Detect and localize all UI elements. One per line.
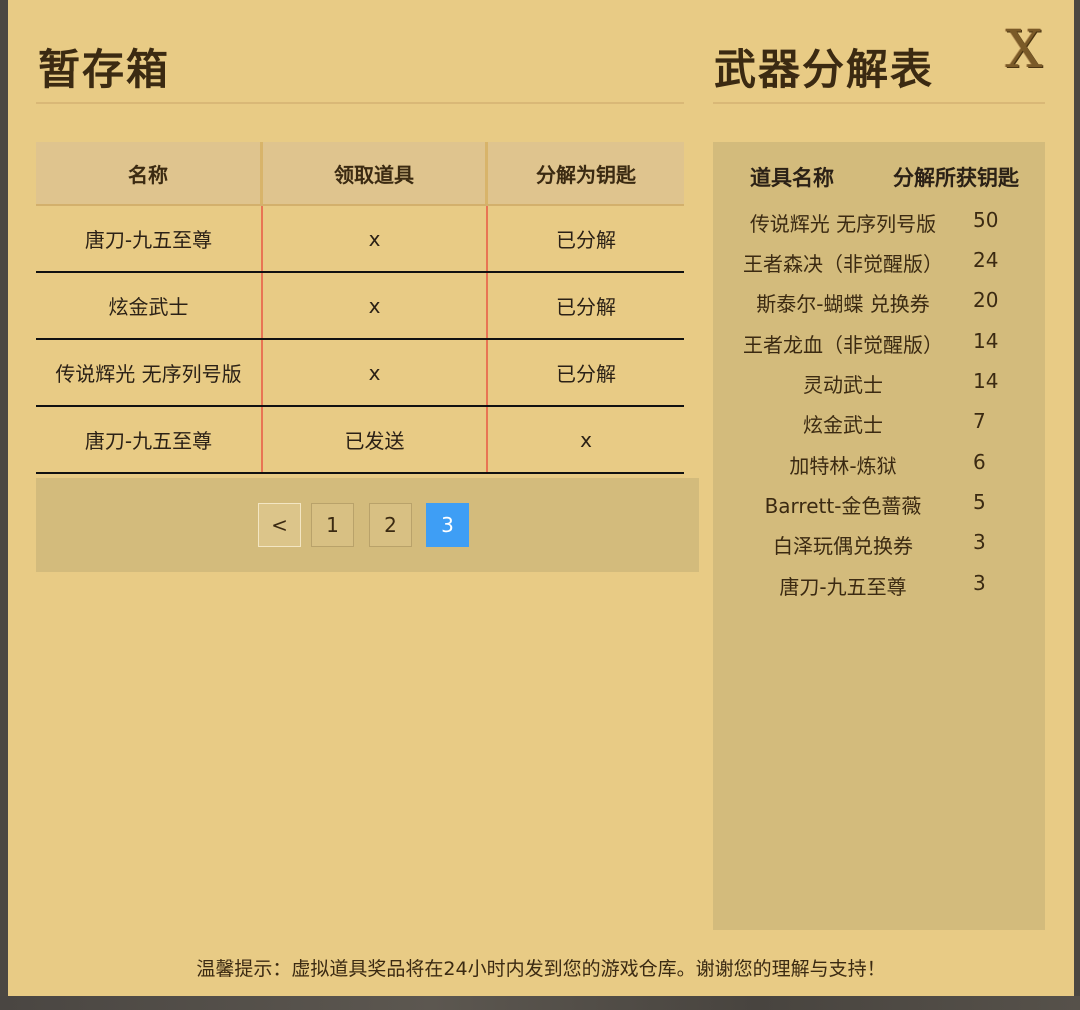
decompose-item-name: 传说辉光 无序列号版 xyxy=(749,212,937,236)
decompose-item-name: 王者龙血（非觉醒版） xyxy=(743,333,943,357)
notice-text: 温馨提示：虚拟道具奖品将在24小时内发到您的游戏仓库。谢谢您的理解与支持！ xyxy=(196,958,886,980)
header-claim: 领取道具 xyxy=(263,142,488,204)
decompose-item-name: 王者森决（非觉醒版） xyxy=(743,252,943,276)
list-item: 王者龙血（非觉醒版） 14 xyxy=(713,329,1045,369)
list-item: 斯泰尔-蝴蝶 兑换券 20 xyxy=(713,288,1045,328)
header-keys: 分解所获钥匙 xyxy=(893,166,1019,190)
right-edge xyxy=(1074,0,1080,1010)
table-row: 唐刀-九五至尊 x 已分解 xyxy=(36,206,684,273)
stash-panel: 暂存箱 武器分解表 X 名称 领取道具 分解为钥匙 唐刀-九五至尊 x 已分解 … xyxy=(8,0,1074,996)
list-item: 炫金武士 7 xyxy=(713,409,1045,449)
decompose-item-keys: 24 xyxy=(973,248,999,272)
close-icon[interactable]: X xyxy=(996,22,1052,78)
decompose-item-name: 加特林-炼狱 xyxy=(789,454,897,478)
header-decompose: 分解为钥匙 xyxy=(536,162,636,187)
prev-page-button[interactable]: < xyxy=(258,503,301,547)
page-2-button[interactable]: 2 xyxy=(369,503,412,547)
decompose-item-name: 斯泰尔-蝴蝶 兑换券 xyxy=(756,292,930,316)
list-item: 王者森决（非觉醒版） 24 xyxy=(713,248,1045,288)
list-item: Barrett-金色蔷薇 5 xyxy=(713,490,1045,530)
decompose-item-keys: 20 xyxy=(973,288,999,312)
list-item: 唐刀-九五至尊 3 xyxy=(713,571,1045,611)
decompose-header: 道具名称 分解所获钥匙 xyxy=(713,162,1045,194)
list-item: 白泽玩偶兑换券 3 xyxy=(713,530,1045,570)
decompose-item-keys: 3 xyxy=(973,571,986,595)
table-row: 炫金武士 x 已分解 xyxy=(36,273,684,340)
decompose-item-name: 唐刀-九五至尊 xyxy=(779,575,907,599)
decompose-item-keys: 5 xyxy=(973,490,986,514)
table-row: 传说辉光 无序列号版 x 已分解 xyxy=(36,340,684,407)
list-item: 传说辉光 无序列号版 50 xyxy=(713,208,1045,248)
list-item: 加特林-炼狱 6 xyxy=(713,450,1045,490)
header-name: 名称 xyxy=(36,142,263,204)
decompose-item-name: 炫金武士 xyxy=(803,413,883,437)
decompose-item-name: Barrett-金色蔷薇 xyxy=(764,494,922,518)
decompose-status[interactable]: 已分解 xyxy=(488,273,684,338)
decompose-item-keys: 7 xyxy=(973,409,986,433)
decompose-item-keys: 3 xyxy=(973,530,986,554)
stash-title-divider xyxy=(36,102,684,104)
item-name: 传说辉光 无序列号版 xyxy=(36,340,263,405)
decompose-status[interactable]: 已分解 xyxy=(488,340,684,405)
claim-status[interactable]: x xyxy=(263,206,488,271)
item-name: 唐刀-九五至尊 xyxy=(36,407,263,472)
decompose-title-divider xyxy=(713,102,1045,104)
stash-table-header: 名称 领取道具 分解为钥匙 xyxy=(36,142,684,206)
table-row: 唐刀-九五至尊 已发送 x xyxy=(36,407,684,474)
item-name: 唐刀-九五至尊 xyxy=(36,206,263,271)
stash-table: 名称 领取道具 分解为钥匙 唐刀-九五至尊 x 已分解 炫金武士 x 已分解 传… xyxy=(36,142,684,474)
decompose-item-name: 白泽玩偶兑换券 xyxy=(773,534,913,558)
stash-title: 暂存箱 xyxy=(38,45,171,94)
decompose-status[interactable]: 已分解 xyxy=(488,206,684,271)
decompose-item-keys: 6 xyxy=(973,450,986,474)
page-1-button[interactable]: 1 xyxy=(311,503,354,547)
decompose-status[interactable]: x xyxy=(488,407,684,472)
header-item-name: 道具名称 xyxy=(750,166,834,190)
list-item: 灵动武士 14 xyxy=(713,369,1045,409)
claim-status[interactable]: 已发送 xyxy=(263,407,488,472)
decompose-item-keys: 50 xyxy=(973,208,999,232)
decompose-table: 道具名称 分解所获钥匙 传说辉光 无序列号版 50 王者森决（非觉醒版） 24 … xyxy=(713,142,1045,930)
decompose-item-keys: 14 xyxy=(973,329,999,353)
decompose-item-name: 灵动武士 xyxy=(803,373,883,397)
pagination: < 1 2 3 xyxy=(36,478,699,572)
page-3-button-active[interactable]: 3 xyxy=(426,503,469,547)
item-name: 炫金武士 xyxy=(36,273,263,338)
claim-status[interactable]: x xyxy=(263,340,488,405)
background-strip xyxy=(0,996,1080,1010)
claim-status[interactable]: x xyxy=(263,273,488,338)
left-edge xyxy=(0,0,8,1010)
decompose-title: 武器分解表 xyxy=(714,45,935,94)
decompose-item-keys: 14 xyxy=(973,369,999,393)
